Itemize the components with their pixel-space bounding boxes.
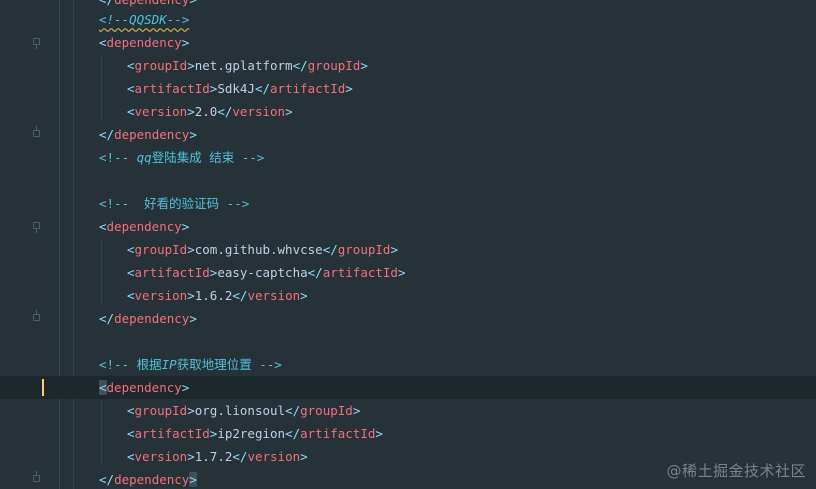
element-line: <artifactId>easy-captcha</artifactId> xyxy=(127,265,406,280)
element-line: <version>2.0</version> xyxy=(127,104,293,119)
comment: <!-- qq登陆集成 结束 --> xyxy=(99,150,265,165)
fold-end-icon[interactable] xyxy=(33,471,40,482)
opening-tag: <dependency> xyxy=(99,219,190,234)
comment: <!--QQSDK--> xyxy=(99,12,190,27)
element-line: <artifactId>ip2region</artifactId> xyxy=(127,426,383,441)
closing-tag: </dependency> xyxy=(99,311,197,326)
fold-collapse-icon[interactable] xyxy=(33,222,40,233)
code-line[interactable]: <dependency> xyxy=(0,31,816,54)
code-line[interactable]: <!-- 好看的验证码 --> xyxy=(0,192,816,215)
code-line[interactable]: <!--QQSDK--> xyxy=(0,8,816,31)
element-line: <version>1.6.2</version> xyxy=(127,288,308,303)
element-line: <artifactId>Sdk4J</artifactId> xyxy=(127,81,353,96)
element-line: <groupId>net.gplatform</groupId> xyxy=(127,58,368,73)
code-line[interactable]: <!-- qq登陆集成 结束 --> xyxy=(0,146,816,169)
comment: <!-- 根据IP获取地理位置 --> xyxy=(99,357,282,372)
fold-end-icon[interactable] xyxy=(33,310,40,321)
opening-tag: <dependency> xyxy=(99,35,190,50)
code-line[interactable]: <groupId>org.lionsoul</groupId> xyxy=(0,399,816,422)
code-line[interactable]: <artifactId>ip2region</artifactId> xyxy=(0,422,816,445)
code-line[interactable]: <version>2.0</version> xyxy=(0,100,816,123)
closing-tag: </dependency> xyxy=(99,127,197,142)
closing-tag: </dependency> xyxy=(99,472,197,487)
current-code-line[interactable]: <dependency> xyxy=(0,376,816,399)
element-line: <version>1.7.2</version> xyxy=(127,449,308,464)
caret-marker xyxy=(42,379,44,396)
matched-bracket: < xyxy=(99,380,107,395)
fold-end-icon[interactable] xyxy=(33,126,40,137)
code-line[interactable]: <groupId>net.gplatform</groupId> xyxy=(0,54,816,77)
opening-tag: <dependency> xyxy=(99,380,190,395)
element-line: <groupId>org.lionsoul</groupId> xyxy=(127,403,361,418)
code-line[interactable]: <groupId>com.github.whvcse</groupId> xyxy=(0,238,816,261)
matched-bracket: > xyxy=(189,472,197,487)
code-line[interactable]: </dependency> xyxy=(0,123,816,146)
watermark: @稀土掘金技术社区 xyxy=(666,462,806,480)
comment: <!-- 好看的验证码 --> xyxy=(99,196,250,211)
code-line[interactable]: <artifactId>Sdk4J</artifactId> xyxy=(0,77,816,100)
fold-collapse-icon[interactable] xyxy=(33,38,40,49)
code-line[interactable]: <artifactId>easy-captcha</artifactId> xyxy=(0,261,816,284)
code-line[interactable]: <dependency> xyxy=(0,215,816,238)
code-line[interactable]: </dependency> xyxy=(0,307,816,330)
element-line: <groupId>com.github.whvcse</groupId> xyxy=(127,242,398,257)
code-editor[interactable]: </dependency> <!--QQSDK--> <dependency> … xyxy=(0,0,816,489)
code-line[interactable]: <!-- 根据IP获取地理位置 --> xyxy=(0,353,816,376)
code-line[interactable]: <version>1.6.2</version> xyxy=(0,284,816,307)
